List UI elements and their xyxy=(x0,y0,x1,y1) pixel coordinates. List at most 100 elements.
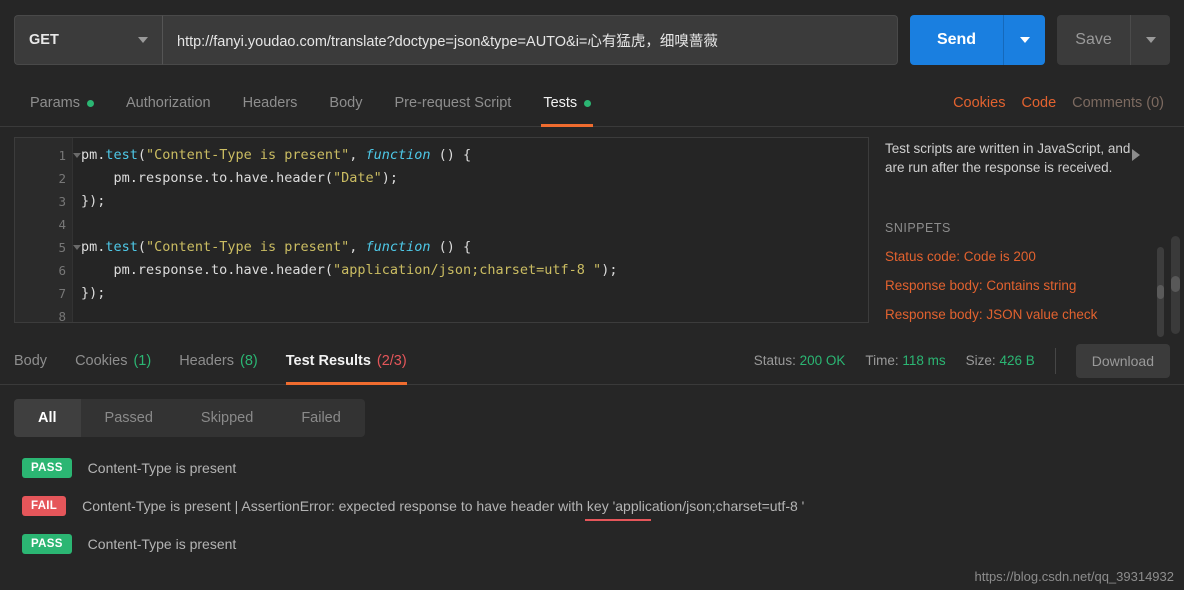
chevron-down-icon xyxy=(1019,37,1030,43)
time-meta: Time: 118 ms xyxy=(865,353,945,368)
request-tab-label: Authorization xyxy=(125,95,211,111)
response-tab-cookies[interactable]: Cookies (1) xyxy=(61,337,165,384)
request-tab-authorization[interactable]: Authorization xyxy=(110,80,227,126)
time-label: Time: xyxy=(865,353,899,368)
editor-code-line: }); xyxy=(81,190,868,213)
response-tab-body[interactable]: Body xyxy=(14,337,61,384)
action-link-code[interactable]: Code xyxy=(1021,95,1056,111)
send-options-button[interactable] xyxy=(1003,15,1045,65)
request-tab-label: Pre-request Script xyxy=(394,95,512,111)
test-result-text: Content-Type is present xyxy=(87,536,237,552)
save-options-button[interactable] xyxy=(1130,15,1170,65)
test-status-badge: PASS xyxy=(22,458,72,478)
snippet-item[interactable]: Response body: JSON value check xyxy=(885,307,1170,322)
editor-line-number-gutter: 12345678910 xyxy=(15,138,81,323)
code-token: () { xyxy=(430,239,472,255)
code-token: function xyxy=(365,147,431,163)
editor-code-line: pm.response.to.have.header("application/… xyxy=(81,259,868,282)
response-tab-bar: Body Cookies (1) Headers (8) Test Results (2/3… xyxy=(0,337,1184,385)
editor-code-line: pm.test("Content-Type is present", funct… xyxy=(81,236,868,259)
status-value: 200 OK xyxy=(799,353,846,368)
code-token: test xyxy=(105,147,138,163)
editor-line-number: 1 xyxy=(15,144,81,167)
test-result-text: Content-Type is present xyxy=(87,460,237,476)
code-token: , xyxy=(349,239,366,255)
request-tab-label: Headers xyxy=(242,95,298,111)
code-token: "Content-Type is present" xyxy=(146,239,350,255)
test-results-list: PASS Content-Type is present FAIL Content-T… xyxy=(0,449,1184,563)
response-tab-label: Test Results xyxy=(285,352,371,369)
code-token: "Date" xyxy=(332,170,382,186)
size-label: Size: xyxy=(965,353,996,368)
response-tab-headers[interactable]: Headers (8) xyxy=(165,337,272,384)
http-method-label: GET xyxy=(29,32,59,48)
test-result-text: Content-Type is present | AssertionError… xyxy=(82,498,805,514)
snippet-item[interactable]: Status code: Code is 200 xyxy=(885,249,1170,264)
snippet-item[interactable]: Response body: Contains string xyxy=(885,278,1170,293)
panel-expand-icon[interactable] xyxy=(1132,149,1140,161)
save-button[interactable]: Save xyxy=(1057,15,1130,65)
code-token: , xyxy=(349,147,366,163)
page-scrollbar[interactable] xyxy=(1171,236,1180,334)
time-value: 118 ms xyxy=(902,353,946,368)
snippets-panel: Test scripts are written in JavaScript, … xyxy=(869,137,1170,337)
snippets-description: Test scripts are written in JavaScript, … xyxy=(885,141,1131,175)
code-token: test xyxy=(105,239,138,255)
editor-code-line: pm.test("Content-Type is present", funct… xyxy=(81,144,868,167)
test-result-filters: All Passed Skipped Failed xyxy=(14,399,365,437)
save-button-group: Save xyxy=(1057,15,1170,65)
request-tab-pre-request-script[interactable]: Pre-request Script xyxy=(378,80,527,126)
response-tab-test-results[interactable]: Test Results (2/3) xyxy=(272,337,421,385)
tests-code-editor[interactable]: 12345678910 pm.test("Content-Type is pre… xyxy=(14,137,869,323)
code-token: pm. xyxy=(81,147,106,163)
request-tab-body[interactable]: Body xyxy=(313,80,378,126)
filter-failed[interactable]: Failed xyxy=(277,399,365,437)
code-token: }); xyxy=(81,285,106,301)
response-tab-count: (8) xyxy=(240,352,258,369)
code-token: pm.response.to.have.header( xyxy=(81,262,333,278)
snippets-scrollbar[interactable] xyxy=(1157,247,1164,337)
size-meta: Size: 426 B xyxy=(966,353,1035,368)
editor-code-line xyxy=(81,305,868,322)
download-button[interactable]: Download xyxy=(1075,343,1170,378)
filter-all[interactable]: All xyxy=(14,399,81,437)
http-method-select[interactable]: GET xyxy=(14,15,162,65)
unsaved-indicator-dot-icon xyxy=(86,99,94,107)
url-input[interactable] xyxy=(162,15,898,65)
request-url-bar: GET Send Save xyxy=(0,0,1184,80)
chevron-down-icon xyxy=(1145,37,1156,43)
send-button-group: Send xyxy=(910,15,1045,65)
request-tab-tests[interactable]: Tests xyxy=(527,80,607,127)
editor-code-line: pm.response.to.have.header("Date"); xyxy=(81,167,868,190)
request-tab-label: Params xyxy=(30,95,80,111)
request-tab-params[interactable]: Params xyxy=(14,80,110,126)
code-token: "application/json;charset=utf-8 " xyxy=(332,262,602,278)
response-tab-count: (2/3) xyxy=(376,352,407,369)
response-tab-label: Headers xyxy=(179,352,234,369)
test-status-badge: FAIL xyxy=(22,496,67,516)
test-status-badge: PASS xyxy=(22,534,72,554)
filter-skipped[interactable]: Skipped xyxy=(177,399,277,437)
response-tab-count: (1) xyxy=(133,352,152,369)
editor-line-number: 8 xyxy=(58,309,66,323)
snippets-list: Status code: Code is 200 Response body: C… xyxy=(885,249,1170,322)
filter-passed[interactable]: Passed xyxy=(81,399,177,437)
test-result-row: PASS Content-Type is present xyxy=(0,449,1184,487)
status-label: Status: xyxy=(753,353,796,368)
editor-line-number: 3 xyxy=(58,194,66,209)
error-underline xyxy=(585,519,651,521)
page-scrollbar-thumb[interactable] xyxy=(1171,276,1180,292)
action-link-comments-0-[interactable]: Comments (0) xyxy=(1072,95,1164,111)
action-link-cookies[interactable]: Cookies xyxy=(953,95,1005,111)
send-button[interactable]: Send xyxy=(910,15,1003,65)
snippets-section-title: SNIPPETS xyxy=(885,221,951,235)
response-meta: Status: 200 OK Time: 118 ms Size: 426 B … xyxy=(754,337,1170,384)
response-tab-label: Body xyxy=(14,352,48,369)
chevron-down-icon xyxy=(138,37,148,43)
request-tab-headers[interactable]: Headers xyxy=(227,80,314,126)
editor-line-number: 4 xyxy=(58,217,66,232)
editor-code-body[interactable]: pm.test("Content-Type is present", funct… xyxy=(73,138,868,322)
code-token: ( xyxy=(137,239,147,255)
test-result-row: PASS Content-Type is present xyxy=(0,525,1184,563)
code-token: pm. xyxy=(81,239,106,255)
